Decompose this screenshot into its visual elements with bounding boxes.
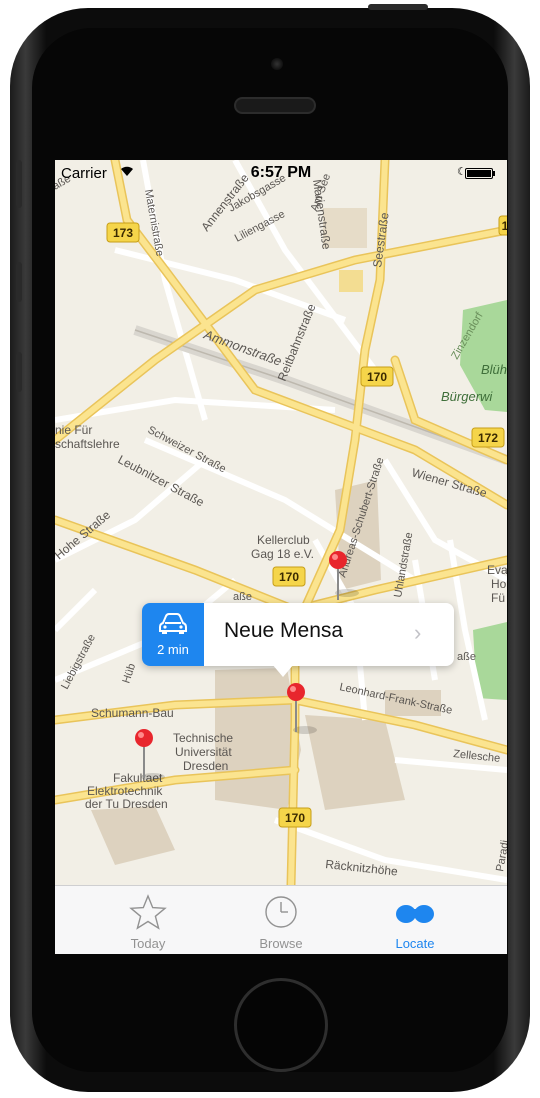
route-shield: 170 [360, 366, 394, 387]
map-canvas[interactable]: Maternistraße Annenstraße Jakobsgasse Am… [55, 160, 507, 885]
svg-text:172: 172 [478, 431, 498, 445]
poi-label: Dresden [183, 759, 228, 773]
tab-bar: Today Browse Locate [55, 885, 507, 954]
chevron-right-icon[interactable]: › [414, 620, 421, 646]
tab-locate[interactable]: Locate [340, 886, 490, 954]
poi-label: Fü [491, 591, 505, 605]
tab-label: Today [130, 936, 166, 951]
poi-label: Ho [491, 577, 507, 591]
street-label: Bürgerwi [441, 389, 493, 404]
street-label: aße [457, 651, 476, 663]
status-bar: Carrier 6:57 PM ☾ [55, 160, 507, 188]
poi-label: Kellerclub [257, 533, 310, 547]
callout-pointer [272, 664, 294, 677]
poi-label: Schumann-Bau [91, 706, 174, 720]
poi-label: Eva [487, 563, 507, 577]
street-label: aße [233, 591, 252, 603]
route-shield: 173 [106, 222, 140, 243]
star-icon [129, 894, 167, 930]
tab-browse[interactable]: Browse [206, 886, 356, 954]
tab-today[interactable]: Today [73, 886, 223, 954]
screen: Maternistraße Annenstraße Jakobsgasse Am… [55, 160, 507, 954]
svg-text:170: 170 [367, 370, 387, 384]
route-shield: 1 [498, 215, 507, 236]
poi-label: Gag 18 e.V. [251, 547, 314, 561]
earpiece-speaker [234, 97, 316, 114]
front-camera [271, 58, 283, 70]
svg-text:173: 173 [113, 226, 133, 240]
poi-label: Universität [175, 745, 232, 759]
route-shield: 170 [278, 807, 312, 828]
car-icon [159, 613, 187, 634]
power-button [368, 4, 428, 10]
mute-switch [16, 160, 22, 208]
poi-label: Technische [173, 731, 233, 745]
directions-button[interactable]: 2 min [142, 603, 204, 666]
home-button[interactable] [234, 978, 328, 1072]
volume-up-button [16, 262, 22, 302]
svg-text:170: 170 [285, 811, 305, 825]
building [339, 270, 363, 292]
battery-icon [465, 168, 493, 179]
poi-label: nie Für [55, 423, 92, 437]
clock-icon [265, 896, 297, 928]
poi-label: der Tu Dresden [85, 797, 168, 811]
travel-time: 2 min [157, 642, 189, 657]
battery-tip [493, 171, 495, 176]
callout-title[interactable]: Neue Mensa [224, 619, 343, 643]
svg-text:1: 1 [502, 219, 507, 233]
street-label: Blüh [481, 362, 507, 377]
status-time: 6:57 PM [250, 164, 312, 181]
tab-label: Locate [395, 936, 435, 951]
poi-label: schaftslehre [55, 437, 120, 451]
route-shield: 170 [272, 566, 306, 587]
location-callout[interactable]: 2 min Neue Mensa › [142, 603, 454, 677]
tab-label: Browse [259, 936, 303, 951]
map-view[interactable]: Maternistraße Annenstraße Jakobsgasse Am… [55, 160, 507, 885]
binoculars-icon [396, 905, 434, 923]
svg-text:170: 170 [279, 570, 299, 584]
volume-down-button [16, 352, 22, 392]
poi-label: Elektrotechnik [87, 784, 163, 798]
route-shield: 172 [471, 427, 505, 448]
